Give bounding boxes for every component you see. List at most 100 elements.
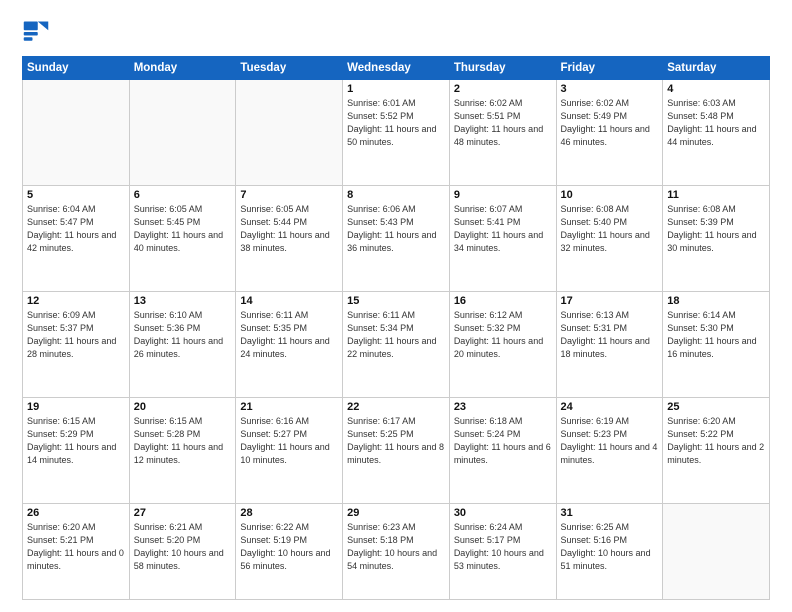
calendar-cell: 10 Sunrise: 6:08 AM Sunset: 5:40 PM Dayli… [556, 185, 663, 291]
day-number: 29 [347, 507, 445, 519]
weekday-header-tuesday: Tuesday [236, 57, 343, 80]
day-detail: Sunrise: 6:06 AM Sunset: 5:43 PM Dayligh… [347, 203, 445, 255]
day-detail: Sunrise: 6:15 AM Sunset: 5:28 PM Dayligh… [134, 415, 232, 467]
weekday-header-wednesday: Wednesday [343, 57, 450, 80]
day-number: 5 [27, 189, 125, 201]
calendar-cell: 2Sunrise: 6:02 AM Sunset: 5:51 PM Daylig… [449, 80, 556, 186]
day-number: 9 [454, 189, 552, 201]
calendar-cell: 9Sunrise: 6:07 AM Sunset: 5:41 PM Daylig… [449, 185, 556, 291]
calendar-cell: 11 Sunrise: 6:08 AM Sunset: 5:39 PM Dayli… [663, 185, 770, 291]
calendar-week-5: 26 Sunrise: 6:20 AM Sunset: 5:21 PM Dayli… [23, 503, 770, 599]
day-detail: Sunrise: 6:20 AM Sunset: 5:22 PM Dayligh… [667, 415, 765, 467]
calendar-week-3: 12Sunrise: 6:09 AM Sunset: 5:37 PM Dayli… [23, 291, 770, 397]
day-detail: Sunrise: 6:02 AM Sunset: 5:49 PM Dayligh… [561, 97, 659, 149]
day-number: 26 [27, 507, 125, 519]
day-detail: Sunrise: 6:21 AM Sunset: 5:20 PM Dayligh… [134, 521, 232, 573]
calendar-cell: 20 Sunrise: 6:15 AM Sunset: 5:28 PM Dayli… [129, 397, 236, 503]
day-detail: Sunrise: 6:22 AM Sunset: 5:19 PM Dayligh… [240, 521, 338, 573]
day-detail: Sunrise: 6:23 AM Sunset: 5:18 PM Dayligh… [347, 521, 445, 573]
day-detail: Sunrise: 6:18 AM Sunset: 5:24 PM Dayligh… [454, 415, 552, 467]
day-number: 28 [240, 507, 338, 519]
day-detail: Sunrise: 6:19 AM Sunset: 5:23 PM Dayligh… [561, 415, 659, 467]
day-number: 10 [561, 189, 659, 201]
day-number: 4 [667, 83, 765, 95]
calendar-cell: 6Sunrise: 6:05 AM Sunset: 5:45 PM Daylig… [129, 185, 236, 291]
calendar-table: SundayMondayTuesdayWednesdayThursdayFrid… [22, 56, 770, 600]
day-detail: Sunrise: 6:12 AM Sunset: 5:32 PM Dayligh… [454, 309, 552, 361]
day-detail: Sunrise: 6:25 AM Sunset: 5:16 PM Dayligh… [561, 521, 659, 573]
logo-icon [22, 18, 50, 46]
calendar-cell: 4 Sunrise: 6:03 AM Sunset: 5:48 PM Daylig… [663, 80, 770, 186]
calendar-cell: 30 Sunrise: 6:24 AM Sunset: 5:17 PM Dayli… [449, 503, 556, 599]
calendar-cell: 17 Sunrise: 6:13 AM Sunset: 5:31 PM Dayli… [556, 291, 663, 397]
day-number: 24 [561, 401, 659, 413]
day-number: 23 [454, 401, 552, 413]
day-number: 21 [240, 401, 338, 413]
day-number: 18 [667, 295, 765, 307]
calendar-cell: 21 Sunrise: 6:16 AM Sunset: 5:27 PM Dayli… [236, 397, 343, 503]
day-detail: Sunrise: 6:05 AM Sunset: 5:44 PM Dayligh… [240, 203, 338, 255]
calendar-cell: 28 Sunrise: 6:22 AM Sunset: 5:19 PM Dayli… [236, 503, 343, 599]
day-detail: Sunrise: 6:03 AM Sunset: 5:48 PM Dayligh… [667, 97, 765, 149]
day-detail: Sunrise: 6:16 AM Sunset: 5:27 PM Dayligh… [240, 415, 338, 467]
calendar-cell [236, 80, 343, 186]
day-number: 8 [347, 189, 445, 201]
calendar-cell: 22Sunrise: 6:17 AM Sunset: 5:25 PM Dayli… [343, 397, 450, 503]
day-detail: Sunrise: 6:24 AM Sunset: 5:17 PM Dayligh… [454, 521, 552, 573]
day-number: 1 [347, 83, 445, 95]
calendar-cell: 12Sunrise: 6:09 AM Sunset: 5:37 PM Dayli… [23, 291, 130, 397]
day-number: 19 [27, 401, 125, 413]
calendar-week-4: 19 Sunrise: 6:15 AM Sunset: 5:29 PM Dayli… [23, 397, 770, 503]
day-number: 12 [27, 295, 125, 307]
calendar-cell: 23 Sunrise: 6:18 AM Sunset: 5:24 PM Dayli… [449, 397, 556, 503]
calendar-cell: 1 Sunrise: 6:01 AM Sunset: 5:52 PM Daylig… [343, 80, 450, 186]
day-detail: Sunrise: 6:11 AM Sunset: 5:34 PM Dayligh… [347, 309, 445, 361]
calendar-cell: 3 Sunrise: 6:02 AM Sunset: 5:49 PM Daylig… [556, 80, 663, 186]
day-number: 2 [454, 83, 552, 95]
calendar-cell: 18 Sunrise: 6:14 AM Sunset: 5:30 PM Dayli… [663, 291, 770, 397]
day-detail: Sunrise: 6:11 AM Sunset: 5:35 PM Dayligh… [240, 309, 338, 361]
day-number: 3 [561, 83, 659, 95]
weekday-header-friday: Friday [556, 57, 663, 80]
day-number: 20 [134, 401, 232, 413]
calendar-week-1: 1 Sunrise: 6:01 AM Sunset: 5:52 PM Daylig… [23, 80, 770, 186]
calendar-cell [663, 503, 770, 599]
day-number: 25 [667, 401, 765, 413]
day-number: 11 [667, 189, 765, 201]
calendar-cell: 31 Sunrise: 6:25 AM Sunset: 5:16 PM Dayli… [556, 503, 663, 599]
calendar-cell [129, 80, 236, 186]
logo [22, 18, 54, 46]
weekday-header-monday: Monday [129, 57, 236, 80]
weekday-header-row: SundayMondayTuesdayWednesdayThursdayFrid… [23, 57, 770, 80]
calendar-cell: 16 Sunrise: 6:12 AM Sunset: 5:32 PM Dayli… [449, 291, 556, 397]
day-detail: Sunrise: 6:20 AM Sunset: 5:21 PM Dayligh… [27, 521, 125, 573]
calendar-cell: 13Sunrise: 6:10 AM Sunset: 5:36 PM Dayli… [129, 291, 236, 397]
day-detail: Sunrise: 6:08 AM Sunset: 5:39 PM Dayligh… [667, 203, 765, 255]
day-number: 30 [454, 507, 552, 519]
calendar-cell: 7Sunrise: 6:05 AM Sunset: 5:44 PM Daylig… [236, 185, 343, 291]
day-number: 14 [240, 295, 338, 307]
calendar-cell: 26 Sunrise: 6:20 AM Sunset: 5:21 PM Dayli… [23, 503, 130, 599]
day-number: 16 [454, 295, 552, 307]
day-detail: Sunrise: 6:10 AM Sunset: 5:36 PM Dayligh… [134, 309, 232, 361]
day-detail: Sunrise: 6:08 AM Sunset: 5:40 PM Dayligh… [561, 203, 659, 255]
calendar-cell: 8 Sunrise: 6:06 AM Sunset: 5:43 PM Daylig… [343, 185, 450, 291]
day-detail: Sunrise: 6:13 AM Sunset: 5:31 PM Dayligh… [561, 309, 659, 361]
calendar-cell: 5Sunrise: 6:04 AM Sunset: 5:47 PM Daylig… [23, 185, 130, 291]
day-number: 6 [134, 189, 232, 201]
calendar-cell: 24 Sunrise: 6:19 AM Sunset: 5:23 PM Dayli… [556, 397, 663, 503]
day-detail: Sunrise: 6:17 AM Sunset: 5:25 PM Dayligh… [347, 415, 445, 467]
day-number: 17 [561, 295, 659, 307]
weekday-header-sunday: Sunday [23, 57, 130, 80]
day-number: 31 [561, 507, 659, 519]
weekday-header-saturday: Saturday [663, 57, 770, 80]
day-detail: Sunrise: 6:15 AM Sunset: 5:29 PM Dayligh… [27, 415, 125, 467]
day-detail: Sunrise: 6:14 AM Sunset: 5:30 PM Dayligh… [667, 309, 765, 361]
calendar-cell [23, 80, 130, 186]
calendar-week-2: 5Sunrise: 6:04 AM Sunset: 5:47 PM Daylig… [23, 185, 770, 291]
day-number: 15 [347, 295, 445, 307]
day-detail: Sunrise: 6:01 AM Sunset: 5:52 PM Dayligh… [347, 97, 445, 149]
day-number: 27 [134, 507, 232, 519]
weekday-header-thursday: Thursday [449, 57, 556, 80]
calendar-cell: 15 Sunrise: 6:11 AM Sunset: 5:34 PM Dayli… [343, 291, 450, 397]
